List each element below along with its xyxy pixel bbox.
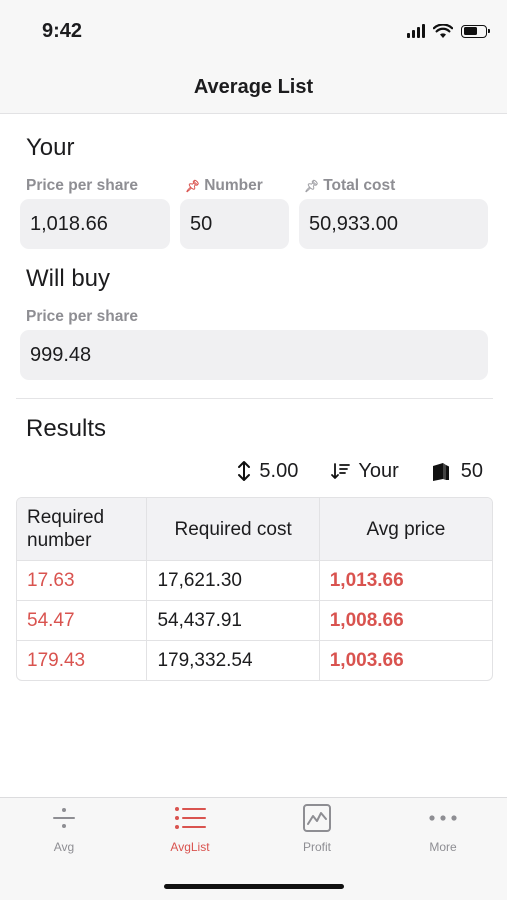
results-table: Required number Required cost Avg price … <box>16 497 493 681</box>
header-required-number: Required number <box>27 507 105 551</box>
required-number-cell: 179.43 <box>27 649 86 671</box>
results-controls: 5.00 Your 50 <box>237 456 483 486</box>
status-bar: 9:42 <box>0 0 507 62</box>
your-number-label: 📌︎ Number <box>185 177 263 194</box>
up-down-arrows-icon <box>238 461 251 481</box>
cellular-signal-icon <box>407 24 425 38</box>
your-price-input[interactable]: 1,018.66 <box>20 199 170 249</box>
status-icons <box>407 22 490 40</box>
tab-avglist-label: AvgList <box>170 840 210 854</box>
stack-icon <box>432 463 449 481</box>
tab-profit-label: Profit <box>302 840 331 854</box>
step-control[interactable]: 5.00 <box>237 460 298 483</box>
table-row[interactable]: 54.47 54,437.91 1,008.66 <box>17 600 492 640</box>
table-row[interactable]: 179.43 179,332.54 1,003.66 <box>17 640 492 680</box>
your-total-label: 📌︎ Total cost <box>304 177 396 194</box>
navigation-bar: Average List <box>0 62 507 114</box>
tab-more[interactable]: More <box>398 804 488 860</box>
header-required-cost: Required cost <box>146 498 318 560</box>
status-time: 9:42 <box>42 20 83 42</box>
step-value: 5.00 <box>259 459 299 482</box>
header-avg-price: Avg price <box>318 498 492 560</box>
your-number-input[interactable]: 50 <box>180 199 289 249</box>
required-cost-cell: 17,621.30 <box>146 561 318 600</box>
required-cost-cell: 179,332.54 <box>146 641 318 680</box>
your-section-title: Your <box>26 134 75 161</box>
wifi-icon <box>433 23 453 38</box>
will-buy-price-input[interactable]: 999.48 <box>20 330 488 380</box>
sort-descending-icon <box>331 463 351 479</box>
divide-icon <box>53 808 75 828</box>
chart-icon <box>303 804 331 832</box>
pin-icon: 📌︎ <box>185 179 201 193</box>
table-row[interactable]: 17.63 17,621.30 1,013.66 <box>17 560 492 600</box>
avg-price-cell: 1,008.66 <box>318 601 492 640</box>
home-indicator <box>164 884 344 889</box>
avg-price-cell: 1,003.66 <box>318 641 492 680</box>
tab-avglist[interactable]: AvgList <box>145 804 235 860</box>
your-total-cost-input[interactable]: 50,933.00 <box>299 199 488 249</box>
tab-avg[interactable]: Avg <box>19 804 109 860</box>
results-section-title: Results <box>26 415 107 442</box>
table-header-row: Required number Required cost Avg price <box>17 498 492 560</box>
tab-more-label: More <box>429 840 457 854</box>
section-divider <box>16 398 493 399</box>
will-buy-price-label: Price per share <box>26 308 139 325</box>
your-price-label: Price per share <box>26 177 139 194</box>
more-icon <box>429 815 457 821</box>
required-number-cell: 17.63 <box>27 569 75 591</box>
pin-icon: 📌︎ <box>304 179 320 193</box>
tab-profit[interactable]: Profit <box>272 804 362 860</box>
tab-avg-label: Avg <box>53 840 75 854</box>
count-control[interactable]: 50 <box>431 460 483 483</box>
sort-control[interactable]: Your <box>330 459 399 483</box>
avg-price-cell: 1,013.66 <box>318 561 492 600</box>
page-title: Average List <box>193 76 314 98</box>
will-buy-section-title: Will buy <box>26 265 111 292</box>
required-cost-cell: 54,437.91 <box>146 601 318 640</box>
sort-label: Your <box>358 459 399 482</box>
battery-icon <box>461 24 490 38</box>
list-icon <box>175 807 206 829</box>
required-number-cell: 54.47 <box>27 609 75 631</box>
count-value: 50 <box>460 459 483 482</box>
